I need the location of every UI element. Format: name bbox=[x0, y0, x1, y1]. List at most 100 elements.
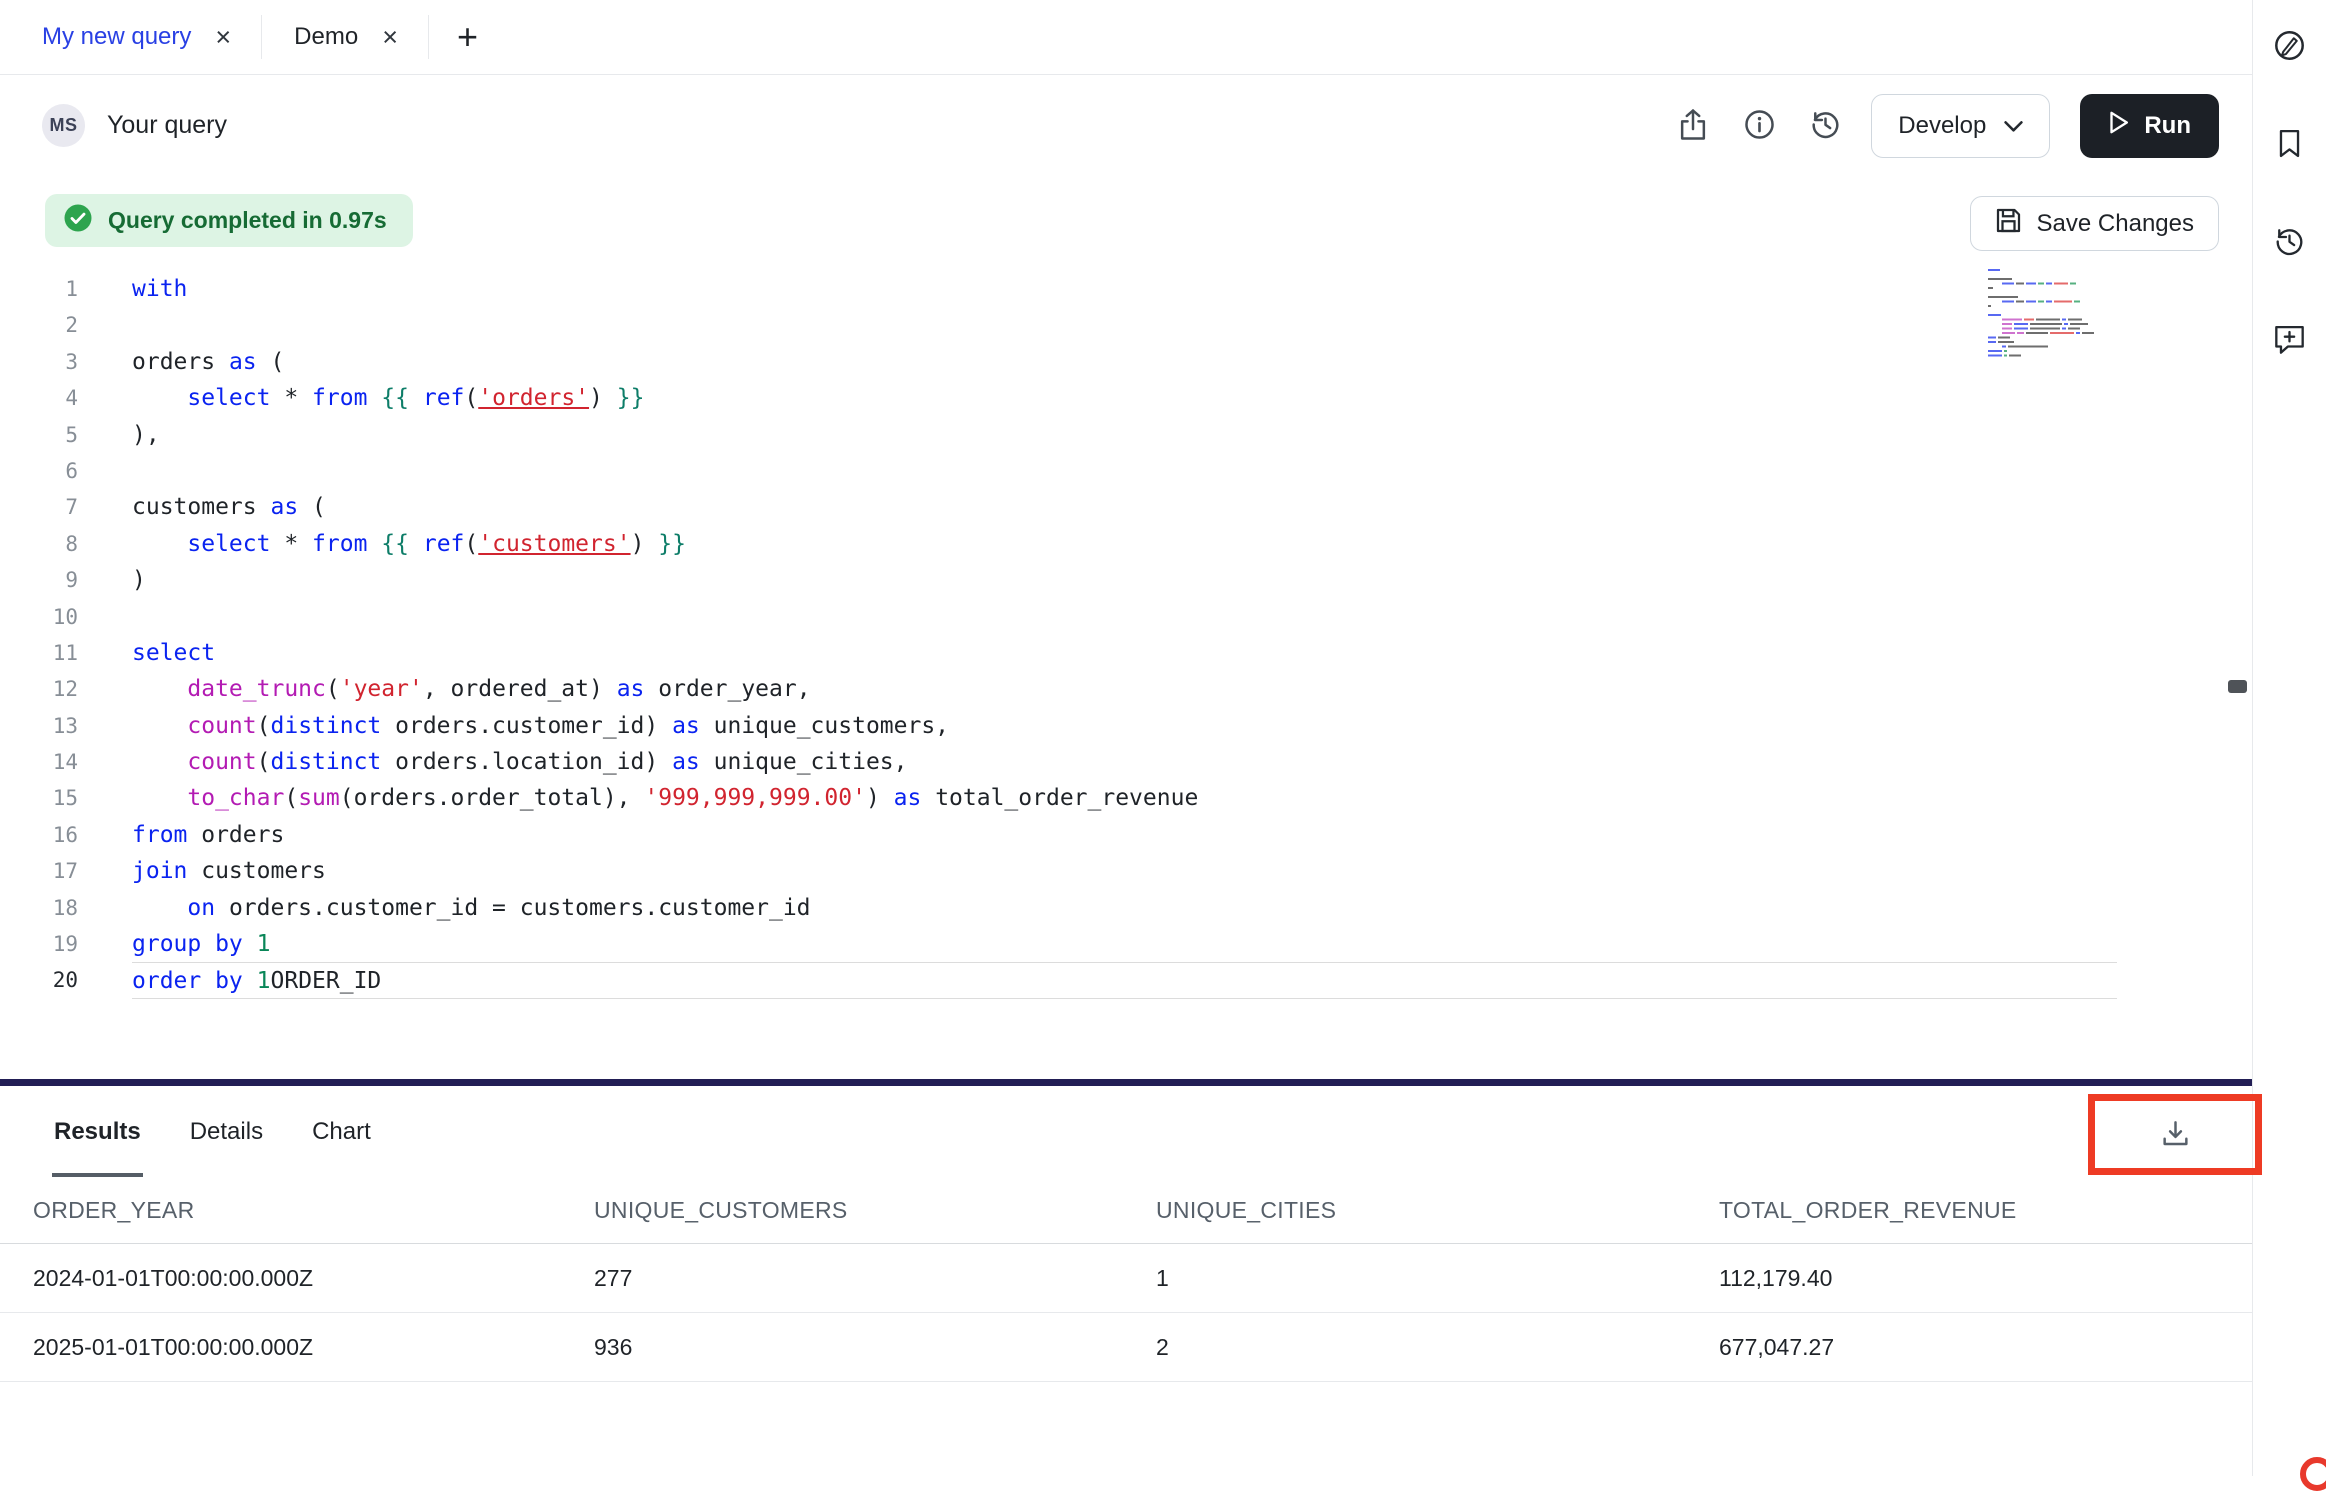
line-number: 13 bbox=[0, 708, 78, 744]
tab-details[interactable]: Details bbox=[190, 1086, 263, 1177]
code-line[interactable] bbox=[132, 599, 2252, 635]
code-token: ( bbox=[298, 494, 326, 520]
code-token: ORDER_ID bbox=[271, 968, 382, 994]
code-line[interactable]: orders as ( bbox=[132, 344, 2252, 380]
code-token bbox=[132, 713, 187, 739]
tab-label: Demo bbox=[294, 23, 358, 51]
code-token bbox=[243, 931, 257, 957]
copilot-button[interactable] bbox=[2270, 27, 2310, 67]
code-line[interactable]: select * from {{ ref('orders') }} bbox=[132, 380, 2252, 416]
close-icon[interactable]: × bbox=[382, 24, 398, 51]
close-icon[interactable]: × bbox=[215, 24, 231, 51]
bookmark-button[interactable] bbox=[2270, 125, 2310, 165]
tab-chart[interactable]: Chart bbox=[312, 1086, 371, 1177]
check-circle-icon bbox=[63, 203, 93, 238]
save-changes-button[interactable]: Save Changes bbox=[1970, 196, 2219, 251]
line-number: 4 bbox=[0, 380, 78, 416]
column-header: UNIQUE_CITIES bbox=[1156, 1197, 1719, 1224]
code-line[interactable]: ) bbox=[132, 562, 2252, 598]
line-number: 6 bbox=[0, 453, 78, 489]
code-token: as bbox=[894, 785, 922, 811]
run-button[interactable]: Run bbox=[2080, 94, 2219, 158]
code-line[interactable] bbox=[132, 307, 2252, 343]
save-changes-label: Save Changes bbox=[2037, 210, 2194, 238]
tab-my-new-query[interactable]: My new query × bbox=[0, 0, 261, 74]
panel-divider[interactable] bbox=[0, 1079, 2252, 1086]
table-cell: 2024-01-01T00:00:00.000Z bbox=[33, 1265, 594, 1292]
run-label: Run bbox=[2144, 112, 2191, 140]
line-number: 12 bbox=[0, 671, 78, 707]
code-token: sum bbox=[298, 785, 340, 811]
code-token: as bbox=[229, 349, 257, 375]
code-token bbox=[367, 385, 381, 411]
table-cell: 2025-01-01T00:00:00.000Z bbox=[33, 1334, 594, 1361]
scrollbar-thumb[interactable] bbox=[2228, 680, 2247, 693]
code-line[interactable]: customers as ( bbox=[132, 489, 2252, 525]
code-token: ) bbox=[589, 385, 617, 411]
editor-minimap[interactable] bbox=[1988, 269, 2098, 361]
code-line[interactable]: on orders.customer_id = customers.custom… bbox=[132, 890, 2252, 926]
code-line[interactable]: date_trunc('year', ordered_at) as order_… bbox=[132, 671, 2252, 707]
code-token: ( bbox=[257, 749, 271, 775]
version-history-button[interactable] bbox=[1805, 106, 1845, 146]
code-line[interactable]: join customers bbox=[132, 853, 2252, 889]
ref-link[interactable]: 'customers' bbox=[478, 531, 630, 557]
code-token: {{ bbox=[381, 385, 409, 411]
editor-tab-bar: My new query × Demo × + bbox=[0, 0, 2252, 75]
history-icon bbox=[2274, 226, 2305, 260]
code-line[interactable]: ), bbox=[132, 417, 2252, 453]
code-token bbox=[409, 385, 423, 411]
table-row: 2025-01-01T00:00:00.000Z 936 2 677,047.2… bbox=[0, 1313, 2252, 1382]
code-token: ( bbox=[284, 785, 298, 811]
new-tab-button[interactable]: + bbox=[457, 19, 478, 55]
code-token: as bbox=[270, 494, 298, 520]
code-line[interactable]: to_char(sum(orders.order_total), '999,99… bbox=[132, 780, 2252, 816]
code-token bbox=[409, 531, 423, 557]
code-token: select bbox=[187, 385, 270, 411]
code-token: ( bbox=[464, 531, 478, 557]
download-results-button[interactable] bbox=[2151, 1111, 2199, 1159]
code-editor[interactable]: 1234567891011121314151617181920 withorde… bbox=[0, 271, 2252, 999]
develop-dropdown[interactable]: Develop bbox=[1871, 94, 2050, 158]
ref-link[interactable]: 'orders' bbox=[478, 385, 589, 411]
tab-results[interactable]: Results bbox=[54, 1086, 141, 1177]
code-token: 'year' bbox=[340, 676, 423, 702]
code-token: unique_customers, bbox=[700, 713, 949, 739]
code-token: customers bbox=[187, 858, 325, 884]
line-number: 5 bbox=[0, 417, 78, 453]
code-token: 1 bbox=[257, 931, 271, 957]
history-icon bbox=[1810, 109, 1841, 143]
line-number: 20 bbox=[0, 962, 78, 998]
code-line[interactable]: order by 1ORDER_ID bbox=[132, 962, 2117, 998]
code-token: {{ bbox=[381, 531, 409, 557]
toolbar-actions: Develop Run bbox=[1673, 94, 2219, 158]
code-token: from bbox=[312, 385, 367, 411]
feedback-button[interactable] bbox=[2270, 321, 2310, 361]
chevron-down-icon bbox=[2004, 112, 2023, 140]
code-line[interactable]: count(distinct orders.location_id) as un… bbox=[132, 744, 2252, 780]
line-number: 9 bbox=[0, 562, 78, 598]
chat-plus-icon bbox=[2273, 324, 2306, 358]
code-token: ref bbox=[423, 531, 465, 557]
share-button[interactable] bbox=[1673, 106, 1713, 146]
code-line[interactable]: with bbox=[132, 271, 2252, 307]
results-panel: Results Details Chart ORDER_YEAR UNIQUE_… bbox=[0, 1086, 2252, 1476]
code-line[interactable]: select bbox=[132, 635, 2252, 671]
code-token: count bbox=[187, 749, 256, 775]
code-line[interactable]: from orders bbox=[132, 817, 2252, 853]
code-line[interactable] bbox=[132, 453, 2252, 489]
code-token: as bbox=[672, 749, 700, 775]
code-line[interactable]: count(distinct orders.customer_id) as un… bbox=[132, 708, 2252, 744]
line-number: 2 bbox=[0, 307, 78, 343]
code-token: ( bbox=[464, 385, 478, 411]
develop-label: Develop bbox=[1898, 112, 1986, 140]
tab-label: My new query bbox=[42, 23, 191, 51]
line-number: 1 bbox=[0, 271, 78, 307]
column-header: UNIQUE_CUSTOMERS bbox=[594, 1197, 1156, 1224]
info-button[interactable] bbox=[1739, 106, 1779, 146]
code-line[interactable]: group by 1 bbox=[132, 926, 2252, 962]
tab-demo[interactable]: Demo × bbox=[262, 0, 428, 74]
history-sidebar-button[interactable] bbox=[2270, 223, 2310, 263]
download-icon bbox=[2160, 1118, 2191, 1152]
code-line[interactable]: select * from {{ ref('customers') }} bbox=[132, 526, 2252, 562]
